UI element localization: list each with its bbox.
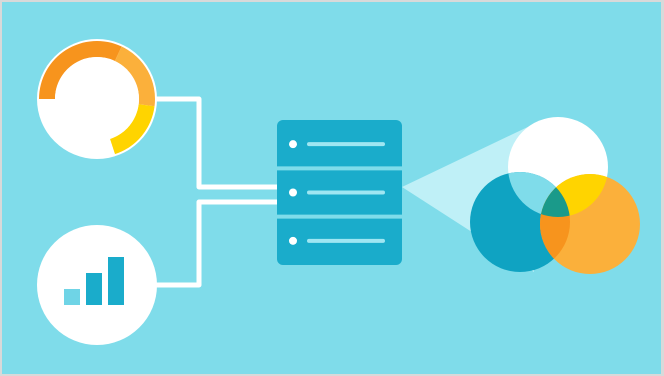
illustration-svg: [37, 39, 640, 345]
bar-chart-bar: [108, 257, 124, 305]
server-slot-line: [307, 238, 385, 243]
venn-diagram-icon: [470, 117, 640, 274]
illustration-canvas: [0, 0, 664, 376]
server-led: [289, 140, 297, 149]
bar-chart-bar: [86, 273, 102, 305]
connector-bars: [152, 199, 277, 288]
server-stack-icon: [277, 120, 402, 265]
server-slot-line: [307, 190, 385, 195]
bar-chart-bar: [64, 289, 80, 305]
server-led: [289, 188, 297, 197]
donut-gauge-icon: [37, 39, 157, 159]
bar-chart-icon: [37, 225, 157, 345]
server-slot-line: [307, 142, 385, 147]
server-led: [289, 236, 297, 245]
